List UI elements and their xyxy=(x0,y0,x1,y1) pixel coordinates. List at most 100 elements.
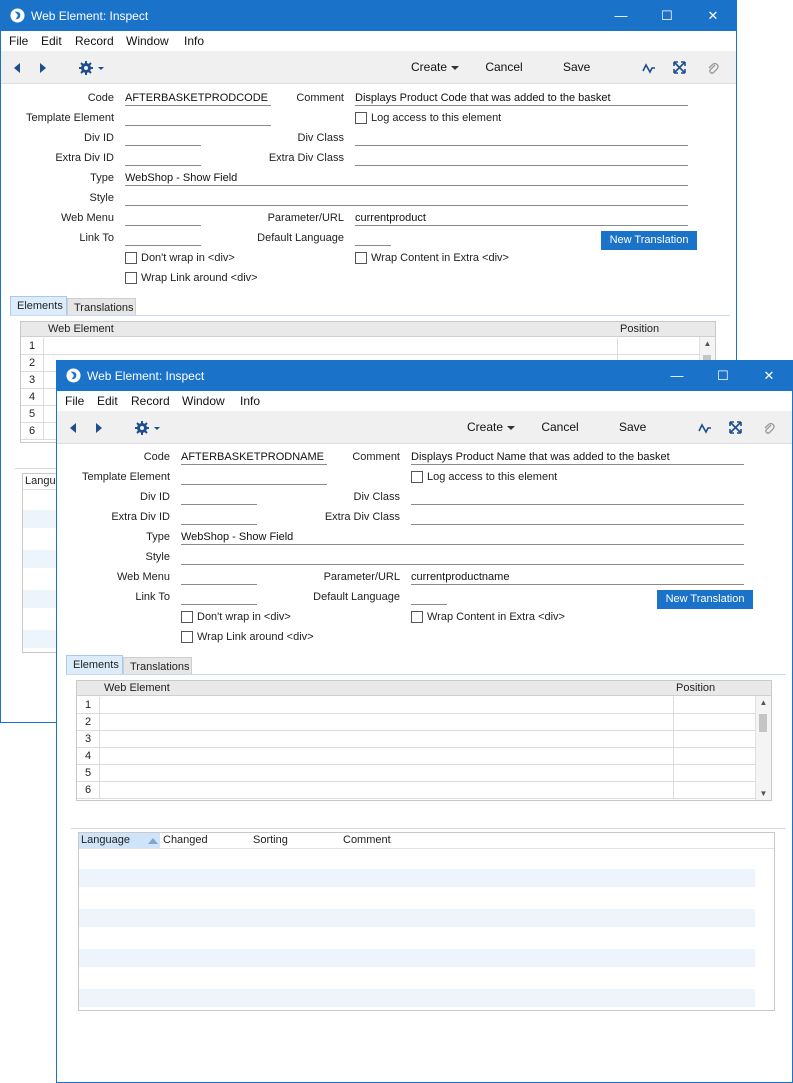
link-to-field[interactable] xyxy=(125,231,201,246)
attachment-icon[interactable] xyxy=(705,51,721,83)
comment-field[interactable]: Displays Product Code that was added to … xyxy=(355,91,688,106)
menu-file[interactable]: File xyxy=(9,34,28,48)
table-row[interactable]: 5 xyxy=(77,765,756,782)
table-row[interactable]: 2 xyxy=(77,714,756,731)
translations-list[interactable]: Language Changed Sorting Comment xyxy=(78,832,775,1011)
gear-icon[interactable] xyxy=(75,51,107,83)
extra-div-class-field[interactable] xyxy=(355,151,688,166)
close-button[interactable]: ✕ xyxy=(746,361,792,391)
web-menu-field[interactable] xyxy=(181,570,257,585)
forward-arrow-icon[interactable] xyxy=(35,51,51,83)
table-row[interactable]: 1 xyxy=(77,697,756,714)
position-cell[interactable] xyxy=(673,765,756,781)
menu-edit[interactable]: Edit xyxy=(97,394,118,408)
tab-translations[interactable]: Translations xyxy=(123,657,192,674)
grid-scrollbar[interactable]: ▲ ▼ xyxy=(755,696,771,800)
type-field[interactable]: WebShop - Show Field xyxy=(181,530,744,545)
col-comment[interactable]: Comment xyxy=(343,834,391,846)
web-menu-field[interactable] xyxy=(125,211,201,226)
new-translation-button[interactable]: New Translation xyxy=(601,231,697,250)
front-window[interactable]: Web Element: Inspect — ☐ ✕ File Edit Rec… xyxy=(56,360,793,1083)
div-id-field[interactable] xyxy=(125,131,201,146)
wrap-content-checkbox[interactable] xyxy=(355,252,367,264)
div-class-field[interactable] xyxy=(411,490,744,505)
close-button[interactable]: ✕ xyxy=(690,1,736,31)
tab-elements[interactable]: Elements xyxy=(10,296,67,315)
tab-elements[interactable]: Elements xyxy=(66,655,123,674)
position-cell[interactable] xyxy=(673,748,756,764)
menu-file[interactable]: File xyxy=(65,394,84,408)
menu-record[interactable]: Record xyxy=(75,34,114,48)
default-language-field[interactable] xyxy=(411,590,447,605)
back-arrow-icon[interactable] xyxy=(9,51,25,83)
cancel-button[interactable]: Cancel xyxy=(541,411,579,443)
minimize-button[interactable]: — xyxy=(654,361,700,391)
position-cell[interactable] xyxy=(617,338,700,354)
parameter-url-field[interactable]: currentproduct xyxy=(355,211,688,226)
style-field[interactable] xyxy=(125,191,688,206)
create-button[interactable]: Create xyxy=(465,411,505,443)
table-row[interactable]: 1 xyxy=(21,338,700,355)
type-field[interactable]: WebShop - Show Field xyxy=(125,171,688,186)
wrap-link-checkbox[interactable] xyxy=(125,272,137,284)
dont-wrap-checkbox[interactable] xyxy=(125,252,137,264)
col-language[interactable]: Language xyxy=(81,834,130,846)
template-element-field[interactable] xyxy=(181,470,327,485)
activity-icon[interactable] xyxy=(641,51,657,83)
div-class-field[interactable] xyxy=(355,131,688,146)
chevron-down-icon[interactable] xyxy=(449,51,461,83)
scroll-up-icon[interactable]: ▲ xyxy=(756,698,771,707)
extra-div-id-field[interactable] xyxy=(125,151,201,166)
back-arrow-icon[interactable] xyxy=(65,411,81,443)
code-field[interactable]: AFTERBASKETPRODCODE xyxy=(125,91,271,106)
chevron-down-icon[interactable] xyxy=(505,411,517,443)
scroll-down-icon[interactable]: ▼ xyxy=(756,789,771,798)
maximize-button[interactable]: ☐ xyxy=(644,1,690,31)
maximize-button[interactable]: ☐ xyxy=(700,361,746,391)
tab-translations[interactable]: Translations xyxy=(67,298,136,315)
dont-wrap-checkbox[interactable] xyxy=(181,611,193,623)
scroll-thumb[interactable] xyxy=(759,714,767,732)
position-cell[interactable] xyxy=(673,782,756,798)
save-button[interactable]: Save xyxy=(619,411,646,443)
code-field[interactable]: AFTERBASKETPRODNAME xyxy=(181,450,327,465)
col-changed[interactable]: Changed xyxy=(163,834,208,846)
div-id-field[interactable] xyxy=(181,490,257,505)
template-element-field[interactable] xyxy=(125,111,271,126)
link-to-field[interactable] xyxy=(181,590,257,605)
position-cell[interactable] xyxy=(673,697,756,713)
forward-arrow-icon[interactable] xyxy=(91,411,107,443)
menu-info[interactable]: Info xyxy=(240,394,260,408)
elements-grid[interactable]: Web Element Position 1 2 3 4 5 6 ▲ ▼ xyxy=(76,680,772,801)
menu-window[interactable]: Window xyxy=(126,34,169,48)
gear-icon[interactable] xyxy=(131,411,163,443)
scroll-up-icon[interactable]: ▲ xyxy=(700,339,715,348)
menu-info[interactable]: Info xyxy=(184,34,204,48)
extra-div-id-field[interactable] xyxy=(181,510,257,525)
parameter-url-field[interactable]: currentproductname xyxy=(411,570,744,585)
comment-field[interactable]: Displays Product Name that was added to … xyxy=(411,450,744,465)
extra-div-class-field[interactable] xyxy=(411,510,744,525)
style-field[interactable] xyxy=(181,550,744,565)
save-button[interactable]: Save xyxy=(563,51,590,83)
expand-icon[interactable] xyxy=(727,411,743,443)
table-row[interactable]: 4 xyxy=(77,748,756,765)
create-button[interactable]: Create xyxy=(409,51,449,83)
wrap-link-checkbox[interactable] xyxy=(181,631,193,643)
log-access-checkbox[interactable] xyxy=(355,112,367,124)
attachment-icon[interactable] xyxy=(761,411,777,443)
menu-record[interactable]: Record xyxy=(131,394,170,408)
default-language-field[interactable] xyxy=(355,231,391,246)
title-bar[interactable]: Web Element: Inspect — ☐ ✕ xyxy=(1,1,736,31)
menu-edit[interactable]: Edit xyxy=(41,34,62,48)
minimize-button[interactable]: — xyxy=(598,1,644,31)
menu-window[interactable]: Window xyxy=(182,394,225,408)
cancel-button[interactable]: Cancel xyxy=(485,51,523,83)
position-cell[interactable] xyxy=(673,731,756,747)
activity-icon[interactable] xyxy=(697,411,713,443)
col-sorting[interactable]: Sorting xyxy=(253,834,288,846)
title-bar[interactable]: Web Element: Inspect — ☐ ✕ xyxy=(57,361,792,391)
wrap-content-checkbox[interactable] xyxy=(411,611,423,623)
position-cell[interactable] xyxy=(673,714,756,730)
new-translation-button[interactable]: New Translation xyxy=(657,590,753,609)
